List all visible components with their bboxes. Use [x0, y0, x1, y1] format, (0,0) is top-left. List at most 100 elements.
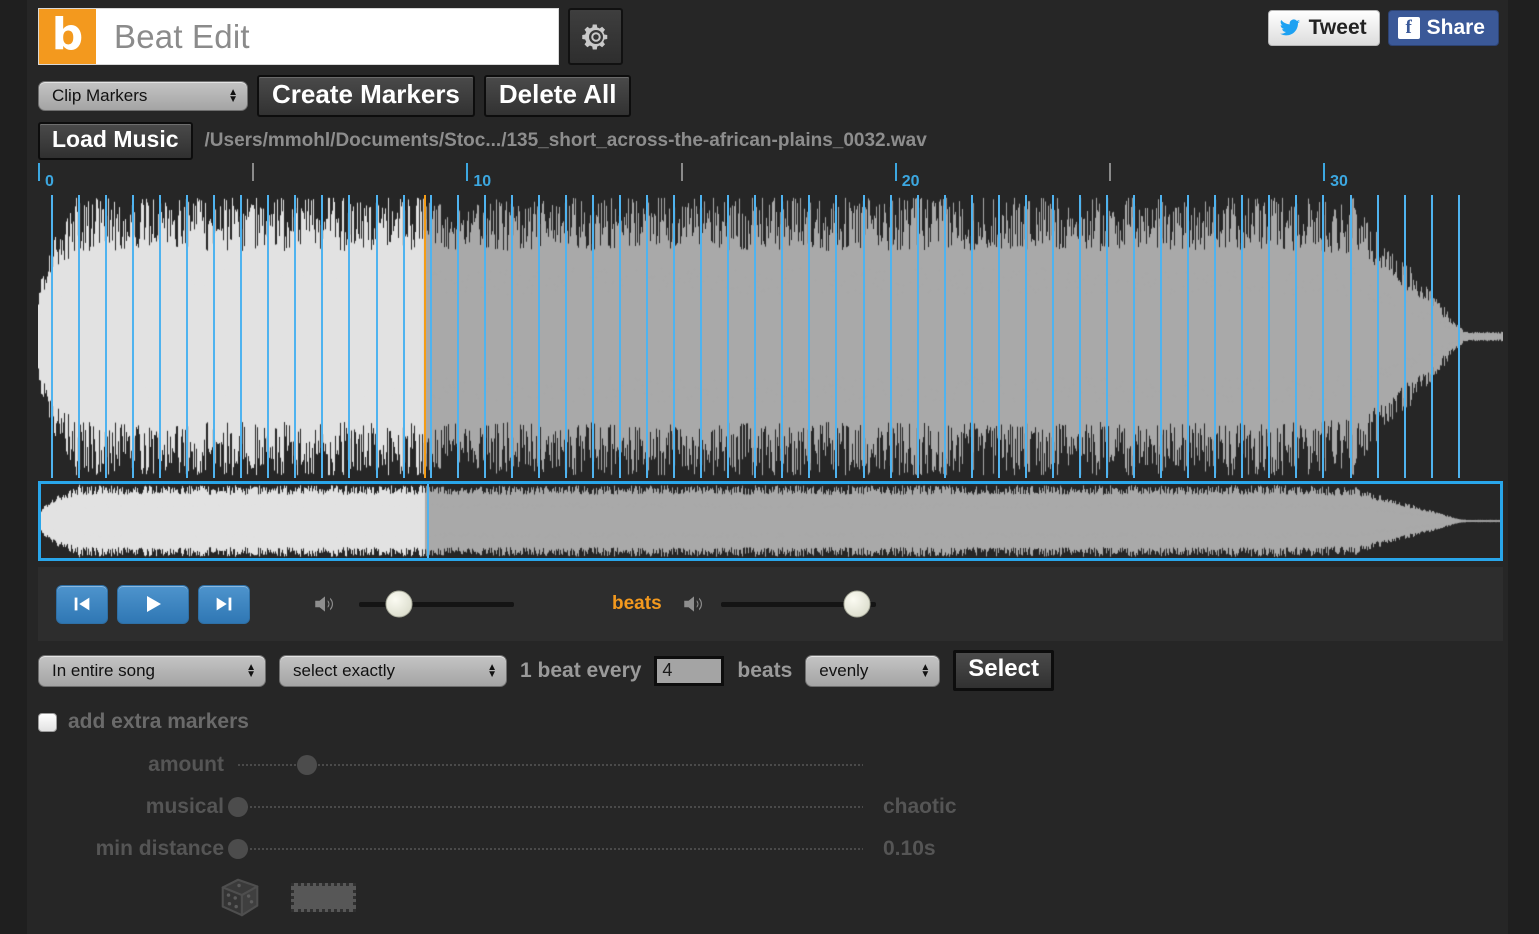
waveform-main[interactable]: [38, 195, 1503, 478]
beats-volume-slider[interactable]: [721, 602, 876, 607]
beat-marker[interactable]: [754, 195, 756, 478]
beat-marker[interactable]: [1241, 195, 1243, 478]
beat-marker[interactable]: [944, 195, 946, 478]
waveform-overview[interactable]: [38, 481, 1503, 561]
beat-marker[interactable]: [51, 195, 53, 478]
beat-marker[interactable]: [1079, 195, 1081, 478]
main-panel: b Beat Edit Tweet f Share: [27, 0, 1508, 934]
musical-slider-track[interactable]: [238, 806, 863, 808]
beat-marker[interactable]: [186, 195, 188, 478]
playhead[interactable]: [424, 195, 426, 478]
beat-marker[interactable]: [998, 195, 1000, 478]
select-button[interactable]: Select: [953, 650, 1054, 691]
beat-marker[interactable]: [1458, 195, 1460, 478]
delete-all-button[interactable]: Delete All: [484, 75, 632, 117]
beat-marker[interactable]: [1377, 195, 1379, 478]
beat-marker[interactable]: [1160, 195, 1162, 478]
beat-marker[interactable]: [890, 195, 892, 478]
beat-marker[interactable]: [294, 195, 296, 478]
beat-marker[interactable]: [1322, 195, 1324, 478]
facebook-share-button[interactable]: f Share: [1388, 10, 1499, 46]
add-extra-markers-checkbox[interactable]: [38, 713, 57, 732]
beat-marker[interactable]: [159, 195, 161, 478]
beat-marker[interactable]: [78, 195, 80, 478]
skip-to-start-button[interactable]: [56, 585, 108, 624]
load-row: Load Music /Users/mmohl/Documents/Stoc..…: [38, 122, 927, 160]
beat-marker[interactable]: [700, 195, 702, 478]
beat-marker[interactable]: [348, 195, 350, 478]
beat-marker[interactable]: [132, 195, 134, 478]
beat-marker[interactable]: [592, 195, 594, 478]
scope-select[interactable]: In entire song ▲▼: [38, 655, 266, 687]
load-music-button[interactable]: Load Music: [38, 122, 193, 160]
master-volume-slider[interactable]: [359, 602, 514, 607]
interval-suffix-label: beats: [737, 659, 792, 683]
beat-marker[interactable]: [538, 195, 540, 478]
ruler-label: 30: [1330, 173, 1348, 191]
mode-select[interactable]: select exactly ▲▼: [279, 655, 507, 687]
beat-marker[interactable]: [1214, 195, 1216, 478]
beat-marker[interactable]: [1025, 195, 1027, 478]
beat-marker[interactable]: [971, 195, 973, 478]
min-distance-label: min distance: [38, 837, 238, 861]
title-bar: b Beat Edit: [38, 8, 559, 65]
amount-slider-knob[interactable]: [297, 755, 317, 775]
beat-marker[interactable]: [105, 195, 107, 478]
beat-marker[interactable]: [457, 195, 459, 478]
beat-marker[interactable]: [1052, 195, 1054, 478]
beat-marker[interactable]: [727, 195, 729, 478]
beat-marker[interactable]: [917, 195, 919, 478]
beat-marker[interactable]: [1404, 195, 1406, 478]
skip-to-end-button[interactable]: [198, 585, 250, 624]
randomize-field[interactable]: [291, 883, 356, 912]
beat-marker[interactable]: [430, 195, 432, 478]
beat-marker[interactable]: [619, 195, 621, 478]
beats-volume-icon: [679, 591, 709, 617]
distribution-select[interactable]: evenly ▲▼: [805, 655, 940, 687]
beat-marker[interactable]: [1431, 195, 1433, 478]
settings-button[interactable]: [568, 8, 623, 65]
beat-marker[interactable]: [484, 195, 486, 478]
beat-marker[interactable]: [213, 195, 215, 478]
beat-marker[interactable]: [511, 195, 513, 478]
interval-input[interactable]: 4: [654, 656, 724, 686]
beat-marker[interactable]: [321, 195, 323, 478]
waveform-canvas: [41, 484, 1500, 558]
dice-icon[interactable]: [217, 874, 263, 920]
beat-marker[interactable]: [376, 195, 378, 478]
tweet-button[interactable]: Tweet: [1268, 10, 1380, 46]
master-volume-icon: [310, 591, 340, 617]
beat-marker[interactable]: [565, 195, 567, 478]
chevron-updown-icon: ▲▼: [487, 664, 497, 678]
beats-volume-knob[interactable]: [844, 591, 871, 618]
min-distance-slider-track[interactable]: [238, 848, 863, 850]
beat-marker[interactable]: [1187, 195, 1189, 478]
beat-marker[interactable]: [808, 195, 810, 478]
beat-marker[interactable]: [1106, 195, 1108, 478]
time-ruler[interactable]: 0102030: [38, 163, 1503, 195]
beat-marker[interactable]: [267, 195, 269, 478]
play-button[interactable]: [117, 585, 189, 624]
master-volume-knob[interactable]: [386, 591, 413, 618]
create-markers-button[interactable]: Create Markers: [257, 75, 475, 117]
beat-marker[interactable]: [1350, 195, 1352, 478]
ruler-tick: [38, 163, 40, 181]
overview-playhead[interactable]: [427, 484, 429, 558]
beat-marker[interactable]: [781, 195, 783, 478]
marker-mode-select[interactable]: Clip Markers ▲▼: [38, 81, 248, 111]
beat-marker[interactable]: [1295, 195, 1297, 478]
selection-toolbar: In entire song ▲▼ select exactly ▲▼ 1 be…: [38, 650, 1054, 691]
beat-marker[interactable]: [646, 195, 648, 478]
beat-marker[interactable]: [1268, 195, 1270, 478]
min-distance-slider-knob[interactable]: [228, 839, 248, 859]
beat-marker[interactable]: [673, 195, 675, 478]
tweet-label: Tweet: [1309, 16, 1367, 40]
beat-marker[interactable]: [835, 195, 837, 478]
musical-slider-knob[interactable]: [228, 797, 248, 817]
musical-slider-row: musical chaotic: [38, 796, 957, 818]
beat-marker[interactable]: [240, 195, 242, 478]
amount-slider-track[interactable]: [238, 764, 863, 766]
beat-marker[interactable]: [863, 195, 865, 478]
beat-marker[interactable]: [1133, 195, 1135, 478]
beat-marker[interactable]: [403, 195, 405, 478]
